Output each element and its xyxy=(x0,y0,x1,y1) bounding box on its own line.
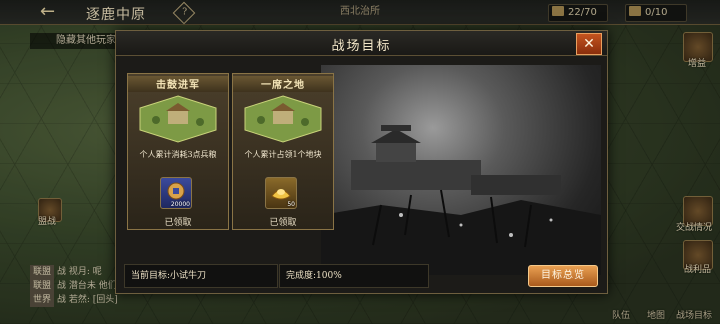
progress-box: 完成度:100% xyxy=(279,264,429,288)
dialog-header: 战场目标 ✕ xyxy=(116,31,607,56)
territory-tile-icon xyxy=(244,95,322,143)
claimed-status: 已领取 xyxy=(164,218,192,228)
goal-overview-button[interactable]: 目标总览 xyxy=(528,265,598,287)
dialog-title: 战场目标 xyxy=(331,39,392,54)
goal-card-desc: 个人累计占领1个地块 xyxy=(244,150,322,159)
current-goal-box: 当前目标:小试牛刀 xyxy=(124,264,278,288)
territory-tile-icon xyxy=(139,95,217,143)
goal-card[interactable]: 击鼓进军 个人累计消耗3点兵粮 20000 已领取 xyxy=(127,73,229,230)
battle-scene-image xyxy=(321,65,601,275)
goal-card-title: 一席之地 xyxy=(233,76,333,92)
reward-quantity: 50 xyxy=(287,201,295,208)
goal-card[interactable]: 一席之地 个人累计占领1个地块 50 已领取 xyxy=(232,73,334,230)
battle-goals-dialog: 战场目标 ✕ 击鼓进军 个人累计消耗3点兵粮 20000 已领取 一席之地 个人… xyxy=(115,30,608,294)
current-goal-value: 小试牛刀 xyxy=(170,271,207,281)
close-icon[interactable]: ✕ xyxy=(576,33,602,55)
copper-coin-icon[interactable]: 20000 xyxy=(160,177,192,209)
current-goal-label: 当前目标: xyxy=(131,271,171,281)
reward-quantity: 20000 xyxy=(170,201,190,208)
progress-value: 100% xyxy=(316,271,342,281)
gold-ingot-icon[interactable]: 50 xyxy=(265,177,297,209)
claimed-status: 已领取 xyxy=(269,218,297,228)
goal-card-title: 击鼓进军 xyxy=(128,76,228,92)
goal-card-desc: 个人累计消耗3点兵粮 xyxy=(139,150,217,159)
progress-label: 完成度: xyxy=(286,271,317,281)
